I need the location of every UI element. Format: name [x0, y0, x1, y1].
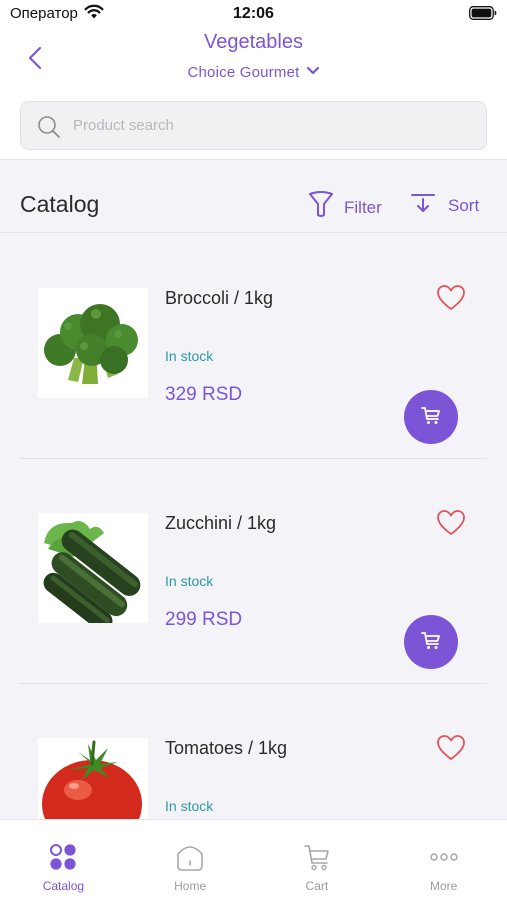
tab-label: Home: [174, 879, 207, 893]
stock-status: In stock: [165, 798, 214, 814]
product-name: Tomatoes / 1kg: [165, 738, 288, 758]
tab-cart[interactable]: Cart: [254, 820, 381, 900]
product-card[interactable]: Broccoli / 1kg In stock 329 RSD: [0, 234, 507, 459]
cart-icon: [420, 404, 442, 431]
heart-icon: [436, 510, 466, 541]
more-icon: [429, 842, 458, 872]
stock-status: In stock: [165, 348, 214, 364]
product-name: Broccoli / 1kg: [165, 288, 274, 308]
broccoli-image: [38, 288, 148, 398]
sort-button[interactable]: Sort: [410, 193, 479, 218]
cart-icon: [420, 629, 442, 656]
sort-label: Sort: [448, 195, 480, 215]
cart-icon: [303, 842, 331, 872]
tab-label: Cart: [305, 879, 329, 893]
catalog-toolbar: Catalog Filter Sort: [0, 161, 507, 233]
stock-status: In stock: [165, 573, 214, 589]
tab-label: More: [429, 879, 458, 893]
filter-icon: [308, 191, 334, 224]
tab-catalog[interactable]: Catalog: [0, 820, 127, 900]
product-name: Zucchini / 1kg: [165, 513, 277, 533]
product-card[interactable]: Tomatoes / 1kg In stock: [0, 684, 507, 819]
product-card[interactable]: Zucchini / 1kg In stock 299 RSD: [0, 459, 507, 684]
tab-bar: Catalog Home Cart More: [0, 819, 507, 900]
favorite-button[interactable]: [436, 734, 466, 762]
store-selector[interactable]: Choice Gourmet: [0, 63, 507, 81]
store-name: Choice Gourmet: [187, 63, 300, 81]
favorite-button[interactable]: [436, 509, 466, 537]
tab-home[interactable]: Home: [127, 820, 254, 900]
filter-button[interactable]: Filter: [308, 191, 382, 224]
catalog-icon: [49, 842, 77, 872]
zucchini-image: [38, 513, 148, 623]
product-price: 299 RSD: [165, 609, 243, 630]
battery-icon: [469, 6, 497, 25]
tomato-image: [38, 738, 148, 819]
heart-icon: [436, 285, 466, 316]
page-title: Vegetables: [204, 31, 303, 53]
clock: 12:06: [233, 5, 274, 22]
catalog-title: Catalog: [20, 191, 100, 217]
add-to-cart-button[interactable]: [404, 390, 458, 444]
status-bar: Оператор 12:06: [0, 0, 507, 30]
home-icon: [175, 842, 205, 872]
favorite-button[interactable]: [436, 284, 466, 312]
product-price: 329 RSD: [165, 384, 243, 405]
chevron-down-icon: [306, 63, 320, 81]
product-list: Broccoli / 1kg In stock 329 RSD Zucchini…: [0, 234, 507, 819]
add-to-cart-button[interactable]: [404, 615, 458, 669]
search-icon: [37, 115, 61, 144]
filter-label: Filter: [344, 197, 382, 217]
tab-label: Catalog: [42, 879, 85, 893]
search-input[interactable]: [73, 102, 473, 149]
sort-icon: [410, 193, 436, 218]
header: Vegetables Choice Gourmet: [0, 30, 507, 160]
tab-more[interactable]: More: [380, 820, 507, 900]
heart-icon: [436, 735, 466, 766]
search-box[interactable]: [20, 101, 487, 150]
